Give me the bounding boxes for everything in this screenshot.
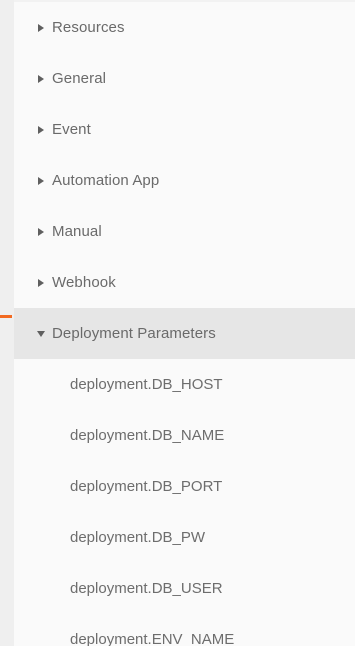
tree-child-db-pw[interactable]: deployment.DB_PW [14,512,355,563]
tree-item-general[interactable]: General [14,53,355,104]
tree-child-label: deployment.DB_USER [70,580,223,597]
left-gutter [0,0,15,646]
tree-child-db-host[interactable]: deployment.DB_HOST [14,359,355,410]
caret-right-icon [36,176,45,185]
tree-child-db-user[interactable]: deployment.DB_USER [14,563,355,614]
tree-item-label: Automation App [52,172,160,189]
tree-child-label: deployment.DB_HOST [70,376,223,393]
tree-item-webhook[interactable]: Webhook [14,257,355,308]
tree-child-db-port[interactable]: deployment.DB_PORT [14,461,355,512]
tree-item-label: Event [52,121,91,138]
tree-item-label: Deployment Parameters [52,325,216,342]
tree-item-event[interactable]: Event [14,104,355,155]
caret-right-icon [36,23,45,32]
caret-right-icon [36,227,45,236]
tree-child-label: deployment.DB_PW [70,529,206,546]
tree-item-label: Webhook [52,274,116,291]
tree-child-label: deployment.ENV_NAME [70,631,235,646]
tree-item-automation-app[interactable]: Automation App [14,155,355,206]
tree-item-deployment-parameters[interactable]: Deployment Parameters [14,308,355,359]
tree-item-label: Manual [52,223,102,240]
caret-right-icon [36,278,45,287]
tree-child-label: deployment.DB_PORT [70,478,223,495]
tree-item-label: Resources [52,19,125,36]
caret-right-icon [36,74,45,83]
caret-right-icon [36,125,45,134]
parameter-tree: Resources General Event Automation App M… [14,0,355,646]
caret-down-icon [36,330,45,337]
screenshot-panel: Resources General Event Automation App M… [0,0,355,646]
tree-item-label: General [52,70,107,87]
tree-child-env-name[interactable]: deployment.ENV_NAME [14,614,355,646]
active-marker [0,315,12,318]
tree-child-label: deployment.DB_NAME [70,427,225,444]
tree-item-resources[interactable]: Resources [14,2,355,53]
tree-child-db-name[interactable]: deployment.DB_NAME [14,410,355,461]
tree-item-manual[interactable]: Manual [14,206,355,257]
